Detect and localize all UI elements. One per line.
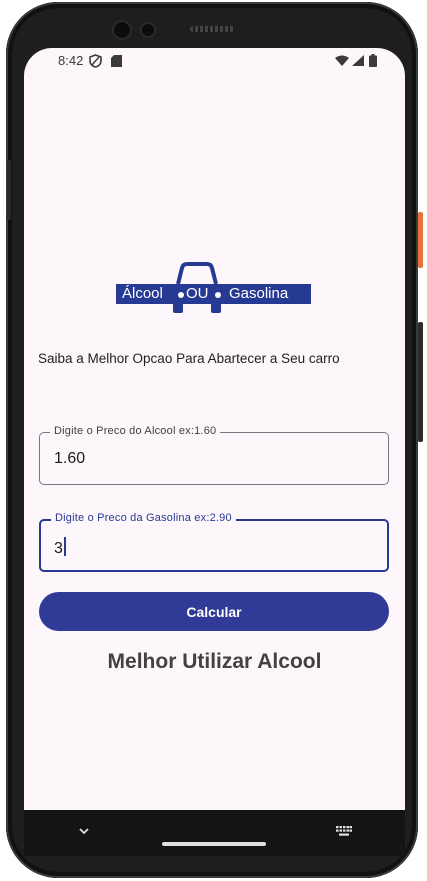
wifi-icon (335, 55, 349, 66)
sensor-icon (142, 24, 154, 36)
speaker-grille (190, 26, 234, 32)
logo-dot (178, 292, 184, 298)
chevron-down-icon[interactable] (78, 826, 90, 836)
alcohol-price-value: 1.60 (54, 450, 86, 467)
gasoline-price-input[interactable]: Digite o Preco da Gasolina ex:2.90 3 (39, 512, 389, 572)
keyboard-icon[interactable] (336, 826, 352, 837)
status-time: 8:42 (58, 53, 84, 68)
navigation-bar (24, 810, 405, 856)
status-bar: 8:42 (24, 48, 405, 74)
home-pill[interactable] (162, 842, 266, 846)
app-logo: Álcool OU Gasolina (116, 262, 312, 314)
sd-card-icon (111, 55, 122, 67)
battery-icon (369, 54, 377, 67)
calculate-button[interactable]: Calcular (39, 592, 389, 631)
shield-icon (89, 54, 102, 68)
logo-dot (215, 292, 221, 298)
signal-icon (352, 55, 364, 66)
gasoline-price-value: 3 (54, 540, 63, 557)
volume-button (418, 322, 423, 442)
result-text: Melhor Utilizar Alcool (107, 650, 322, 673)
alcohol-price-input[interactable]: Digite o Preco do Alcool ex:1.60 1.60 (39, 425, 389, 485)
logo-text-alcool: Álcool (122, 285, 163, 302)
left-side-button (7, 160, 11, 220)
gasoline-price-field: 3 (54, 537, 66, 558)
camera-bar (100, 12, 260, 48)
alcohol-price-label: Digite o Preco do Alcool ex:1.60 (50, 425, 221, 437)
app-screen: 8:42 Álcool OU Gasolina Saiba a Melhor O… (24, 48, 405, 810)
text-cursor (63, 537, 66, 556)
logo-text-gasolina: Gasolina (229, 285, 289, 302)
camera-icon (114, 22, 130, 38)
gasoline-price-label: Digite o Preco da Gasolina ex:2.90 (51, 512, 236, 524)
power-button (418, 212, 423, 268)
logo-text-ou: OU (186, 285, 209, 302)
subtitle-text: Saiba a Melhor Opcao Para Abartecer a Se… (38, 351, 340, 366)
device-frame: 8:42 Álcool OU Gasolina Saiba a Melhor O… (0, 0, 427, 881)
